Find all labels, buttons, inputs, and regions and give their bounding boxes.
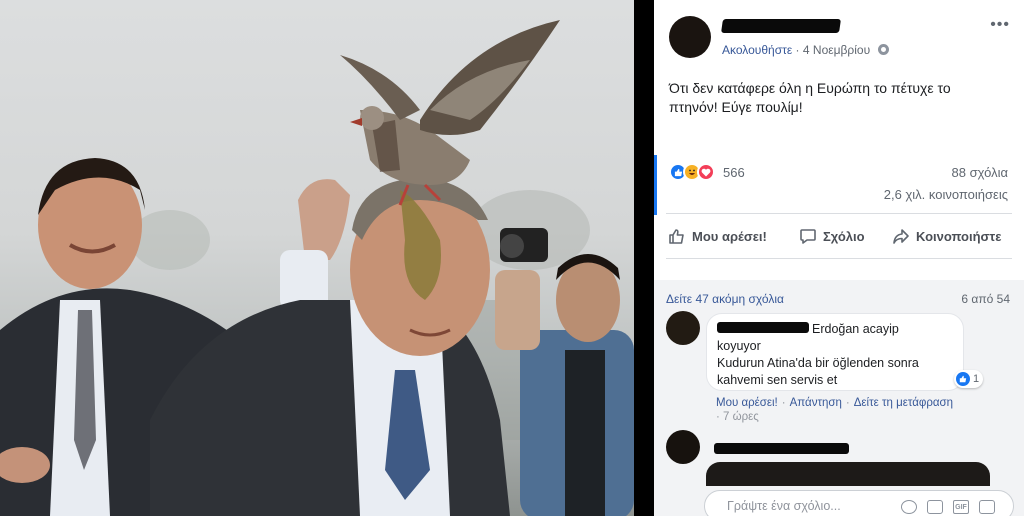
facebook-post-panel: Ακολουθήστε · 4 Νοεμβρίου ••• Ότι δεν κα…	[654, 0, 1024, 516]
separator-top	[666, 213, 1012, 214]
post-date[interactable]: 4 Νοεμβρίου	[803, 43, 870, 57]
partridge-bird	[340, 20, 560, 206]
follow-link[interactable]: Ακολουθήστε	[722, 43, 792, 57]
post-text-line-2: πτηνόν! Εύγε πουλίμ!	[669, 99, 803, 115]
mini-like-icon	[956, 372, 970, 386]
gif-icon[interactable]: GIF	[953, 500, 969, 514]
comment-icon	[800, 229, 816, 244]
post-actions: Μου αρέσει! Σχόλιο Κοινοποιήστε	[654, 224, 1024, 248]
share-button-label: Κοινοποιήστε	[916, 228, 1002, 244]
globe-icon	[878, 44, 890, 55]
post-subline: Ακολουθήστε · 4 Νοεμβρίου	[722, 43, 890, 57]
commenter-avatar[interactable]	[666, 311, 700, 345]
camera-icon[interactable]	[927, 500, 943, 514]
emoji-icon[interactable]	[901, 500, 917, 514]
love-reaction-icon	[697, 163, 715, 181]
reaction-count: 566	[723, 164, 745, 180]
comment-line-3: Kudurun Atina'da bir öğlenden sonra	[717, 356, 919, 370]
comment-reply-link[interactable]: Απάντηση	[790, 397, 842, 409]
comment-timestamp: · 7 ώρες	[716, 411, 759, 423]
dot-separator: ·	[845, 397, 850, 409]
comment-actions: Μου αρέσει! · Απάντηση · Δείτε τη μετάφραση	[716, 397, 953, 409]
redacted-commenter-name	[717, 322, 809, 333]
comment-line-2: koyuyor	[717, 339, 761, 353]
comment-count[interactable]: 88 σχόλια	[952, 165, 1008, 180]
reactions-summary[interactable]: 566	[669, 162, 745, 182]
comment-composer: GIF	[704, 490, 1014, 516]
share-button[interactable]: Κοινοποιήστε	[892, 224, 1001, 248]
post-photo[interactable]	[0, 0, 634, 516]
comment-translate-link[interactable]: Δείτε τη μετάφραση	[854, 397, 953, 409]
comment-pagination: 6 από 54	[961, 292, 1010, 306]
share-arrow-icon	[893, 229, 909, 244]
comment-like-link[interactable]: Μου αρέσει!	[716, 397, 778, 409]
view-more-comments-link[interactable]: Δείτε 47 ακόμη σχόλια	[666, 292, 784, 306]
second-commenter-avatar[interactable]	[666, 430, 700, 464]
photo-illustration	[0, 20, 634, 516]
redacted-author-name	[721, 19, 841, 33]
author-avatar[interactable]	[669, 16, 711, 58]
redacted-second-commenter-name	[714, 443, 849, 454]
subline-separator: ·	[795, 43, 803, 57]
sticker-icon[interactable]	[979, 500, 995, 514]
comment-button-label: Σχόλιο	[823, 228, 865, 244]
comment-media-preview[interactable]	[706, 462, 990, 486]
post-text-line-1: Ότι δεν κατάφερε όλη η Ευρώπη το πέτυχε …	[669, 80, 951, 96]
comment-button[interactable]: Σχόλιο	[799, 224, 865, 248]
like-button-label: Μου αρέσει!	[692, 228, 767, 244]
separator-bottom	[666, 258, 1012, 259]
panel-divider	[634, 0, 654, 516]
comment-like-number: 1	[973, 373, 980, 385]
comment-input[interactable]	[727, 499, 857, 513]
focus-marker	[654, 155, 657, 215]
like-button[interactable]: Μου αρέσει!	[668, 224, 767, 248]
comment-like-count[interactable]: 1	[954, 370, 984, 388]
thumbs-up-icon	[669, 229, 684, 244]
comment-line-4: kahvemi sen servis et	[717, 373, 838, 387]
more-dots-icon[interactable]: •••	[990, 16, 1010, 34]
share-count[interactable]: 2,6 χιλ. κοινοποιήσεις	[884, 187, 1008, 202]
post-text: Ότι δεν κατάφερε όλη η Ευρώπη το πέτυχε …	[669, 79, 999, 117]
comment-time[interactable]: 7 ώρες	[723, 411, 759, 423]
dot-separator: ·	[781, 397, 786, 409]
